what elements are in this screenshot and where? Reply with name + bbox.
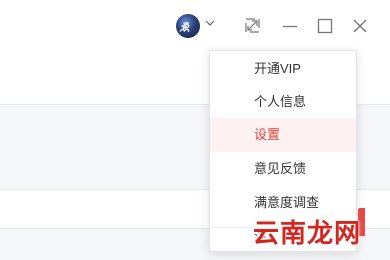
menu-item-vip[interactable]: 开通VIP [210, 52, 356, 86]
user-avatar[interactable]: ゑ [176, 14, 200, 38]
watermark: 云南龙网 [253, 219, 362, 249]
menu-item-settings[interactable]: 设置 [210, 118, 356, 152]
chevron-down-icon[interactable] [205, 19, 215, 27]
menu-item-survey[interactable]: 满意度调查 [210, 186, 356, 220]
menu-item-feedback[interactable]: 意见反馈 [210, 152, 356, 186]
avatar-mark: ゑ [179, 22, 190, 34]
minimize-icon[interactable] [279, 15, 301, 37]
maximize-icon[interactable] [314, 15, 336, 37]
mini-mode-icon[interactable] [242, 15, 264, 37]
close-icon[interactable] [349, 15, 371, 37]
menu-item-profile[interactable]: 个人信息 [210, 85, 356, 119]
